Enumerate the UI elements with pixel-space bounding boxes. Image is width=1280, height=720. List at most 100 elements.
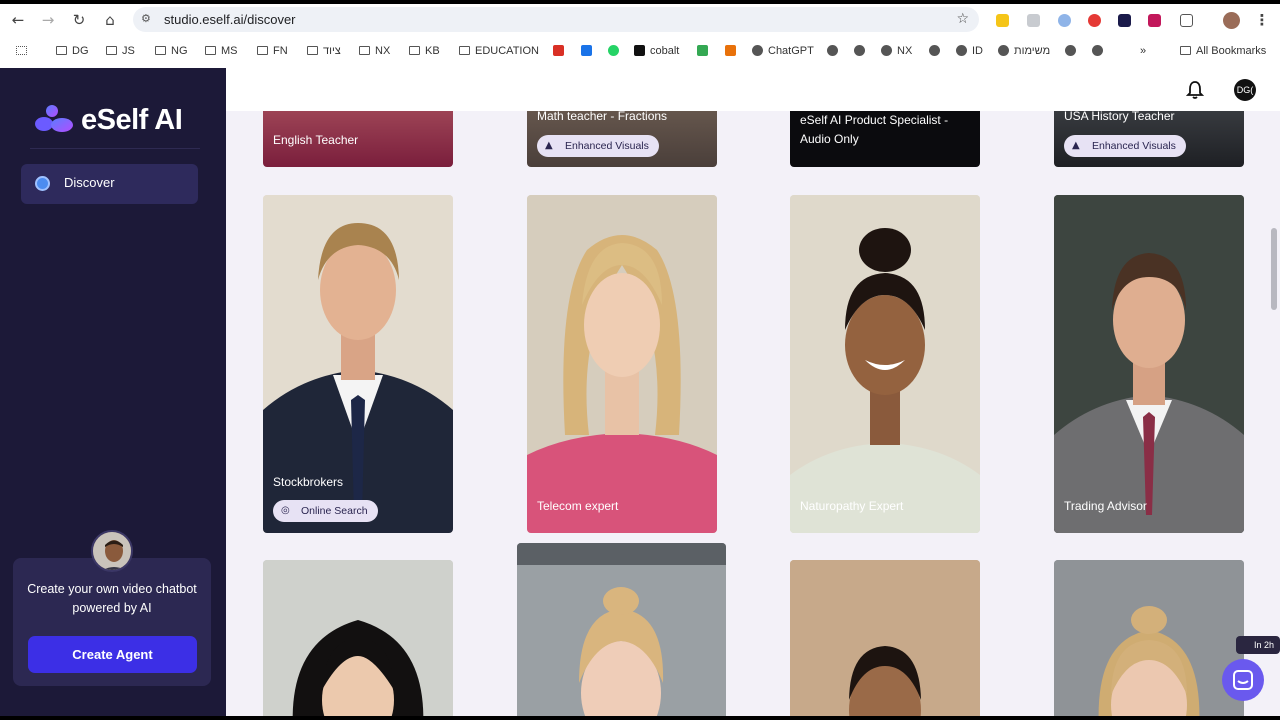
extension-icon[interactable] — [1088, 14, 1101, 27]
bookmarks-bar: DG JS NG MS FN ציוד NX KB EDUCATION coba… — [0, 40, 1280, 62]
agent-portrait — [1054, 560, 1244, 716]
bookmark-folder[interactable]: DG — [56, 43, 89, 59]
app-icon[interactable] — [725, 43, 741, 59]
agent-name: Stockbrokers — [273, 475, 344, 489]
bookmark-folder[interactable]: JS — [106, 43, 135, 59]
agent-name: eSelf AI Product Specialist - Audio Only — [800, 113, 949, 146]
apps-grid-icon[interactable] — [16, 43, 32, 59]
gmail-icon[interactable] — [553, 43, 569, 59]
agent-name: English Teacher — [273, 133, 359, 147]
globe-icon[interactable] — [1065, 43, 1081, 59]
extension-icon[interactable] — [1058, 14, 1071, 27]
home-icon[interactable]: ⌂ — [100, 10, 120, 30]
browser-chrome: ← → ↻ ⌂ ⚙ studio.eself.ai/discover ☆ ⋮ D… — [0, 4, 1280, 68]
bookmark-link[interactable]: ID — [956, 43, 983, 59]
address-bar[interactable]: ⚙ studio.eself.ai/discover ☆ — [133, 7, 979, 32]
agent-card[interactable]: USA History Teacher ▲ Enhanced Visuals — [1054, 111, 1244, 167]
graduation-cap-icon: ▲ — [545, 140, 553, 151]
bookmark-folder[interactable]: NG — [155, 43, 188, 59]
agent-portrait — [790, 560, 980, 716]
extension-icon[interactable] — [1027, 14, 1040, 27]
scrollbar[interactable] — [1271, 228, 1277, 310]
bookmark-folder[interactable]: NX — [359, 43, 390, 59]
agent-card[interactable]: Math teacher - Fractions ▲ Enhanced Visua… — [527, 111, 717, 167]
bookmark-link[interactable]: NX — [881, 43, 912, 59]
agent-card[interactable]: Telecom expert — [527, 195, 717, 533]
bookmark-star-icon[interactable]: ☆ — [956, 11, 969, 27]
agents-grid: English Teacher Math teacher - Fractions… — [226, 111, 1280, 716]
agent-card[interactable]: Trading Advisor — [1054, 195, 1244, 533]
chat-widget-button[interactable] — [1222, 659, 1264, 701]
globe-icon[interactable] — [854, 43, 870, 59]
promo-text: Create your own video chatbot powered by… — [27, 582, 197, 615]
app: eSelf AI Discover Create your own video … — [0, 68, 1280, 716]
globe-icon — [35, 176, 50, 191]
divider — [30, 148, 200, 149]
feature-badge: ▲ Enhanced Visuals — [537, 135, 659, 157]
feature-badge: ◎ Online Search — [273, 500, 378, 522]
whatsapp-icon[interactable] — [608, 43, 624, 59]
agent-portrait — [1054, 195, 1244, 533]
agent-card[interactable] — [517, 543, 726, 716]
more-bookmarks-icon[interactable]: » — [1140, 43, 1146, 59]
agent-name: Telecom expert — [537, 499, 619, 513]
logo-mark-icon — [35, 105, 73, 132]
bookmark-link[interactable]: משימות — [998, 43, 1050, 59]
bookmark-folder[interactable]: KB — [409, 43, 440, 59]
logo[interactable]: eSelf AI — [34, 102, 204, 142]
agent-card[interactable]: Stockbrokers ◎ Online Search — [263, 195, 453, 533]
site-info-icon[interactable]: ⚙ — [141, 12, 155, 26]
sidebar: eSelf AI Discover Create your own video … — [0, 68, 226, 716]
all-bookmarks[interactable]: All Bookmarks — [1180, 43, 1266, 59]
agent-portrait — [527, 195, 717, 533]
agent-portrait — [263, 560, 453, 716]
search-globe-icon: ◎ — [281, 505, 290, 516]
bookmark-folder[interactable]: EDUCATION — [459, 43, 539, 59]
sidebar-item-label: Discover — [64, 175, 115, 190]
bookmark-folder[interactable]: FN — [257, 43, 288, 59]
drive-icon[interactable] — [697, 43, 713, 59]
back-icon[interactable]: ← — [8, 10, 28, 30]
agent-portrait — [790, 195, 980, 533]
extensions-puzzle-icon[interactable] — [1180, 14, 1193, 27]
bookmark-link[interactable]: ChatGPT — [752, 43, 814, 59]
bookmark-folder[interactable]: MS — [205, 43, 238, 59]
create-agent-button[interactable]: Create Agent — [28, 636, 197, 673]
agent-card[interactable] — [790, 560, 980, 716]
menu-kebab-icon[interactable]: ⋮ — [1252, 10, 1272, 30]
agent-card[interactable]: Naturopathy Expert — [790, 195, 980, 533]
reload-icon[interactable]: ↻ — [69, 10, 89, 30]
logo-text: eSelf AI — [81, 104, 183, 136]
extension-icon[interactable] — [1148, 14, 1161, 27]
agent-card[interactable] — [1054, 560, 1244, 716]
agent-card[interactable]: eSelf AI Product Specialist - Audio Only — [790, 111, 980, 167]
sidebar-item-discover[interactable]: Discover — [21, 164, 198, 204]
agent-portrait — [517, 543, 726, 716]
bell-icon[interactable] — [1186, 80, 1204, 100]
top-bar: DG( — [226, 68, 1280, 111]
globe-icon[interactable] — [827, 43, 843, 59]
forward-icon[interactable]: → — [38, 10, 58, 30]
globe-icon[interactable] — [1092, 43, 1108, 59]
calendar-icon[interactable] — [581, 43, 597, 59]
agent-name: Math teacher - Fractions — [537, 111, 668, 123]
bookmark-folder[interactable]: ציוד — [307, 43, 341, 59]
browser-toolbar: ← → ↻ ⌂ ⚙ studio.eself.ai/discover ☆ ⋮ — [0, 4, 1280, 35]
extension-icon[interactable] — [1118, 14, 1131, 27]
agent-card[interactable] — [263, 560, 453, 716]
chat-icon — [1233, 670, 1253, 690]
graduation-cap-icon: ▲ — [1072, 140, 1080, 151]
feature-badge: ▲ Enhanced Visuals — [1064, 135, 1186, 157]
url-text[interactable]: studio.eself.ai/discover — [164, 12, 296, 27]
promo-avatar — [91, 530, 133, 572]
create-agent-promo: Create your own video chatbot powered by… — [13, 558, 211, 686]
globe-icon[interactable] — [929, 43, 945, 59]
schedule-badge: In 2h — [1236, 636, 1280, 654]
agent-card[interactable]: English Teacher — [263, 111, 453, 167]
extension-icon[interactable] — [996, 14, 1009, 27]
bookmark-link[interactable]: cobalt — [634, 43, 679, 59]
agent-name: USA History Teacher — [1064, 111, 1175, 123]
user-avatar[interactable]: DG( — [1234, 79, 1256, 101]
profile-avatar[interactable] — [1223, 12, 1240, 29]
agent-name: Trading Advisor — [1064, 499, 1147, 513]
